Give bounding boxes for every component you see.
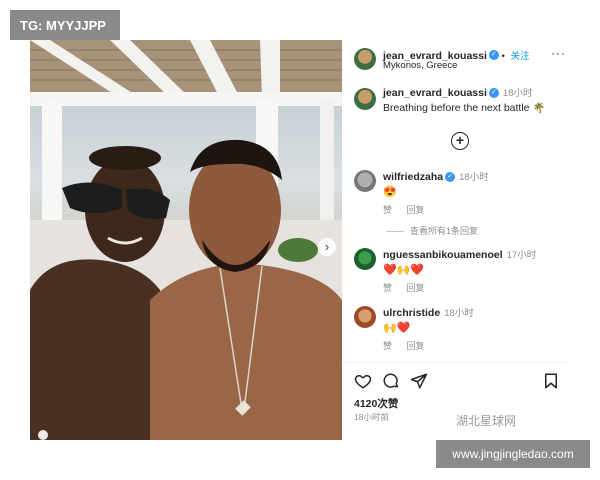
like-comment-button[interactable]: 赞 bbox=[383, 205, 392, 215]
caption-time: 18小时 bbox=[502, 88, 533, 99]
post-timestamp: 18小时前 bbox=[354, 412, 389, 422]
author-avatar[interactable] bbox=[354, 48, 376, 70]
commenter-username[interactable]: nguessanbikouamenoel bbox=[383, 249, 503, 261]
verified-badge-icon: ✓ bbox=[488, 88, 499, 99]
bookmark-icon[interactable] bbox=[542, 372, 560, 390]
post-header: jean_evrard_kouassi ✓ • 关注 Mykonos, Greec… bbox=[354, 44, 570, 80]
reply-button[interactable]: 回复 bbox=[407, 283, 425, 293]
comment-time: 18小时 bbox=[444, 308, 474, 319]
post-details-panel: jean_evrard_kouassi ✓ • 关注 Mykonos, Greec… bbox=[342, 40, 570, 440]
comment-text: 😍 bbox=[383, 186, 397, 198]
instagram-post: › jean_evrard_kouassi ✓ • 关注 Mykonos, Gre… bbox=[30, 40, 570, 440]
caption-author-username[interactable]: jean_evrard_kouassi bbox=[383, 87, 487, 99]
like-comment-button[interactable]: 赞 bbox=[383, 341, 392, 351]
next-photo-button[interactable]: › bbox=[318, 238, 336, 256]
comment-time: 17小时 bbox=[506, 250, 537, 261]
divider bbox=[342, 362, 570, 363]
heart-icon[interactable] bbox=[354, 372, 372, 390]
caption-text: Breathing before the next battle bbox=[383, 102, 530, 114]
comment-time: 18小时 bbox=[459, 172, 489, 183]
comment-icon[interactable] bbox=[382, 372, 400, 390]
site-url-watermark: www.jingjingledao.com bbox=[436, 440, 590, 468]
like-count[interactable]: 4120次赞 bbox=[354, 396, 398, 411]
commenter-username[interactable]: wilfriedzaha bbox=[383, 171, 443, 183]
verified-badge-icon: ✓ bbox=[445, 172, 456, 183]
reply-button[interactable]: 回复 bbox=[407, 341, 425, 351]
follow-button[interactable]: 关注 bbox=[511, 51, 530, 62]
share-icon[interactable] bbox=[410, 372, 428, 390]
caption-author-avatar[interactable] bbox=[354, 88, 376, 110]
tg-watermark: TG: MYYJJPP bbox=[10, 10, 120, 40]
commenter-avatar[interactable] bbox=[354, 248, 376, 270]
photo-illustration bbox=[30, 40, 342, 440]
divider-line bbox=[386, 231, 404, 233]
comment-item: nguessanbikouamenoel 17小时 ❤️🙌❤️ 赞 回复 bbox=[354, 248, 570, 298]
palm-tree-emoji: 🌴 bbox=[532, 103, 545, 114]
post-location[interactable]: Mykonos, Greece bbox=[383, 60, 457, 71]
post-photo[interactable]: › bbox=[30, 40, 342, 440]
carousel-indicator bbox=[38, 430, 48, 440]
sport-site-watermark: 湖北星球网 bbox=[456, 414, 517, 428]
view-replies-link[interactable]: 查看所有1条回复 bbox=[386, 224, 478, 237]
reply-button[interactable]: 回复 bbox=[407, 205, 425, 215]
comment-item: wilfriedzaha ✓ 18小时 😍 赞 回复 bbox=[354, 170, 570, 220]
comment-text: ❤️🙌❤️ bbox=[383, 264, 425, 276]
post-action-bar bbox=[354, 372, 560, 392]
comment-item: ulrchristide 18小时 🙌❤️ 赞 回复 bbox=[354, 306, 570, 356]
like-comment-button[interactable]: 赞 bbox=[383, 283, 392, 293]
commenter-username[interactable]: ulrchristide bbox=[383, 307, 440, 319]
more-options-icon[interactable]: ··· bbox=[551, 46, 566, 60]
commenter-avatar[interactable] bbox=[354, 306, 376, 328]
load-more-comments-button[interactable]: + bbox=[451, 132, 469, 150]
comment-text: 🙌❤️ bbox=[383, 322, 411, 334]
commenter-avatar[interactable] bbox=[354, 170, 376, 192]
verified-badge-icon: ✓ bbox=[488, 49, 499, 60]
